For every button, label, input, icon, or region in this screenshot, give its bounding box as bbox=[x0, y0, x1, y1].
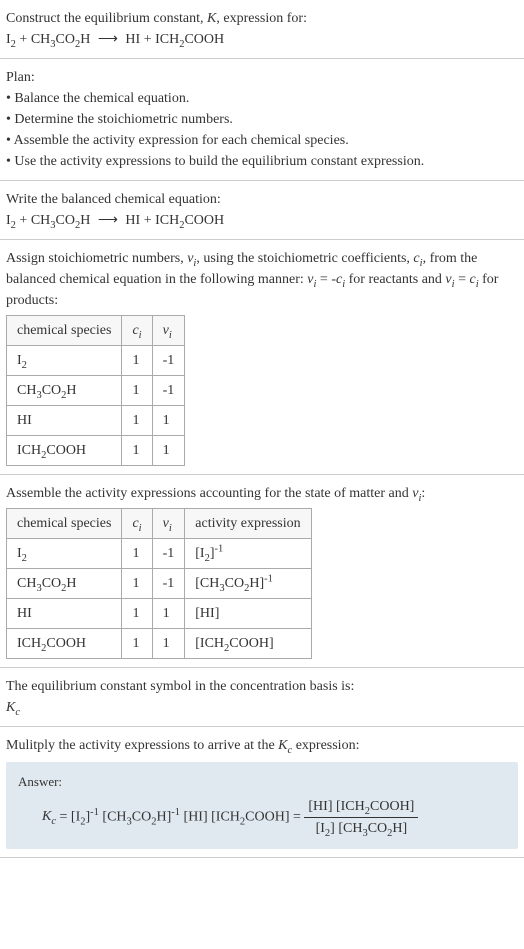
answer-formula: Kc = [I2]-1 [CH3CO2H]-1 [HI] [ICH2COOH] … bbox=[18, 796, 506, 839]
stoich-text: Assign stoichiometric numbers, νi, using… bbox=[6, 248, 518, 311]
cell-species: I2 bbox=[7, 346, 122, 376]
problem-statement: Construct the equilibrium constant, K, e… bbox=[0, 0, 524, 59]
cell-nu: -1 bbox=[152, 569, 185, 599]
plan-section: Plan: • Balance the chemical equation. •… bbox=[0, 59, 524, 181]
plan-item-text: Use the activity expressions to build th… bbox=[14, 154, 424, 169]
col-species: chemical species bbox=[7, 509, 122, 539]
cell-species: CH3CO2H bbox=[7, 376, 122, 406]
cell-species: ICH2COOH bbox=[7, 629, 122, 659]
balanced-section: Write the balanced chemical equation: I2… bbox=[0, 181, 524, 240]
cell-c: 1 bbox=[122, 539, 152, 569]
stoich-section: Assign stoichiometric numbers, νi, using… bbox=[0, 240, 524, 475]
table-header-row: chemical species ci νi bbox=[7, 316, 185, 346]
table-header-row: chemical species ci νi activity expressi… bbox=[7, 509, 312, 539]
cell-species: ICH2COOH bbox=[7, 436, 122, 466]
col-expr: activity expression bbox=[185, 509, 311, 539]
cell-species: CH3CO2H bbox=[7, 569, 122, 599]
cell-c: 1 bbox=[122, 376, 152, 406]
problem-equation: I2 + CH3CO2H ⟶ HI + ICH2COOH bbox=[6, 29, 518, 50]
cell-species: I2 bbox=[7, 539, 122, 569]
balanced-equation: I2 + CH3CO2H ⟶ HI + ICH2COOH bbox=[6, 210, 518, 231]
fraction-numerator: [HI] [ICH2COOH] bbox=[304, 796, 418, 818]
cell-nu: 1 bbox=[152, 406, 185, 436]
plan-item-text: Assemble the activity expression for eac… bbox=[14, 133, 349, 148]
activity-table: chemical species ci νi activity expressi… bbox=[6, 508, 312, 659]
col-species: chemical species bbox=[7, 316, 122, 346]
cell-nu: 1 bbox=[152, 629, 185, 659]
table-row: HI 1 1 bbox=[7, 406, 185, 436]
plan-item: • Determine the stoichiometric numbers. bbox=[6, 109, 518, 130]
cell-expr: [I2]-1 bbox=[185, 539, 311, 569]
cell-c: 1 bbox=[122, 629, 152, 659]
plan-item-text: Balance the chemical equation. bbox=[14, 91, 189, 106]
problem-title: Construct the equilibrium constant, K, e… bbox=[6, 8, 518, 29]
fraction-denominator: [I2] [CH3CO2H] bbox=[304, 818, 418, 839]
cell-nu: -1 bbox=[152, 539, 185, 569]
cell-c: 1 bbox=[122, 346, 152, 376]
col-c: ci bbox=[122, 316, 152, 346]
cell-nu: 1 bbox=[152, 599, 185, 629]
col-nu: νi bbox=[152, 509, 185, 539]
cell-expr: [CH3CO2H]-1 bbox=[185, 569, 311, 599]
table-row: I2 1 -1 bbox=[7, 346, 185, 376]
cell-expr: [ICH2COOH] bbox=[185, 629, 311, 659]
cell-c: 1 bbox=[122, 436, 152, 466]
cell-c: 1 bbox=[122, 599, 152, 629]
plan-item-text: Determine the stoichiometric numbers. bbox=[14, 112, 233, 127]
table-row: HI 1 1 [HI] bbox=[7, 599, 312, 629]
cell-nu: 1 bbox=[152, 436, 185, 466]
cell-c: 1 bbox=[122, 569, 152, 599]
symbol-section: The equilibrium constant symbol in the c… bbox=[0, 668, 524, 727]
table-row: CH3CO2H 1 -1 bbox=[7, 376, 185, 406]
cell-nu: -1 bbox=[152, 346, 185, 376]
symbol-value: Kc bbox=[6, 697, 518, 718]
answer-box: Answer: Kc = [I2]-1 [CH3CO2H]-1 [HI] [IC… bbox=[6, 762, 518, 849]
activity-heading: Assemble the activity expressions accoun… bbox=[6, 483, 518, 504]
table-row: ICH2COOH 1 1 bbox=[7, 436, 185, 466]
plan-heading: Plan: bbox=[6, 67, 518, 88]
fraction: [HI] [ICH2COOH] [I2] [CH3CO2H] bbox=[304, 796, 418, 839]
cell-expr: [HI] bbox=[185, 599, 311, 629]
cell-c: 1 bbox=[122, 406, 152, 436]
stoich-table: chemical species ci νi I2 1 -1 CH3CO2H 1… bbox=[6, 315, 185, 466]
answer-label: Answer: bbox=[18, 772, 506, 792]
plan-item: • Assemble the activity expression for e… bbox=[6, 130, 518, 151]
cell-nu: -1 bbox=[152, 376, 185, 406]
col-c: ci bbox=[122, 509, 152, 539]
cell-species: HI bbox=[7, 406, 122, 436]
table-row: ICH2COOH 1 1 [ICH2COOH] bbox=[7, 629, 312, 659]
table-row: CH3CO2H 1 -1 [CH3CO2H]-1 bbox=[7, 569, 312, 599]
cell-species: HI bbox=[7, 599, 122, 629]
col-nu: νi bbox=[152, 316, 185, 346]
symbol-heading: The equilibrium constant symbol in the c… bbox=[6, 676, 518, 697]
plan-item: • Balance the chemical equation. bbox=[6, 88, 518, 109]
balanced-heading: Write the balanced chemical equation: bbox=[6, 189, 518, 210]
table-row: I2 1 -1 [I2]-1 bbox=[7, 539, 312, 569]
multiply-heading: Mulitply the activity expressions to arr… bbox=[6, 735, 518, 756]
multiply-section: Mulitply the activity expressions to arr… bbox=[0, 727, 524, 858]
plan-item: • Use the activity expressions to build … bbox=[6, 151, 518, 172]
activity-section: Assemble the activity expressions accoun… bbox=[0, 475, 524, 668]
